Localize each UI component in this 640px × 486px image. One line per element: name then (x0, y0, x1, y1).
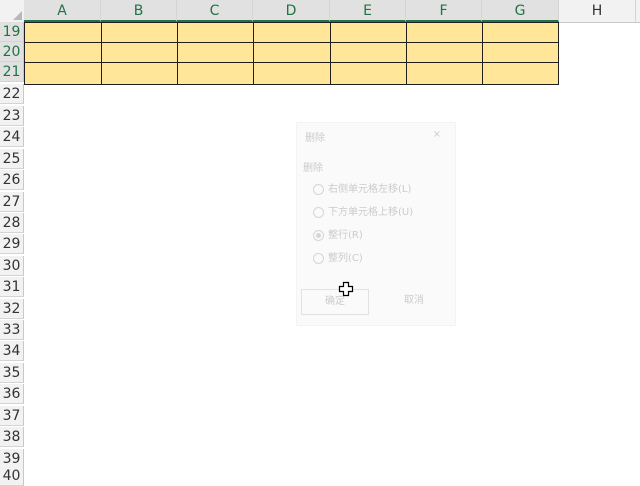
row-header-38[interactable]: 38 (0, 427, 24, 447)
option-label: 整行(R) (328, 230, 363, 241)
option-entire-row[interactable]: 整行(R) (313, 228, 363, 244)
cell-c21[interactable] (177, 62, 254, 85)
select-all-triangle-icon (13, 11, 22, 20)
option-entire-column[interactable]: 整列(C) (313, 251, 363, 267)
row-header-19[interactable]: 19 (0, 22, 24, 42)
radio-icon[interactable] (313, 206, 324, 218)
column-header-b[interactable]: B (101, 0, 177, 22)
cell-d21[interactable] (253, 62, 331, 85)
column-header-d[interactable]: D (253, 0, 330, 22)
select-all-button[interactable] (0, 0, 25, 22)
option-label: 整列(C) (328, 253, 363, 264)
cell-g20[interactable] (482, 42, 559, 63)
cell-b20[interactable] (101, 42, 178, 63)
cell-c19[interactable] (177, 22, 254, 43)
row-header-27[interactable]: 27 (0, 192, 24, 212)
column-header-h[interactable]: H (559, 0, 636, 22)
cell-f20[interactable] (406, 42, 483, 63)
cell-f19[interactable] (406, 22, 483, 43)
row-header-35[interactable]: 35 (0, 363, 24, 383)
column-header-g[interactable]: G (482, 0, 559, 22)
dialog-title: 删除 (305, 133, 325, 144)
column-header-c[interactable]: C (177, 0, 253, 22)
row-header-23[interactable]: 23 (0, 106, 24, 126)
row-header-24[interactable]: 24 (0, 127, 24, 147)
column-header-a[interactable]: A (24, 0, 101, 22)
row-header-31[interactable]: 31 (0, 277, 24, 297)
cell-e19[interactable] (330, 22, 407, 43)
cell-g19[interactable] (482, 22, 559, 43)
option-shift-left[interactable]: 右侧单元格左移(L) (313, 182, 411, 198)
row-header-37[interactable]: 37 (0, 406, 24, 426)
radio-icon[interactable] (313, 252, 324, 264)
cell-f21[interactable] (406, 62, 483, 85)
row-header-36[interactable]: 36 (0, 384, 24, 404)
cross-cursor-icon (338, 281, 354, 297)
cell-e20[interactable] (330, 42, 407, 63)
row-header-25[interactable]: 25 (0, 149, 24, 169)
row-header-26[interactable]: 26 (0, 170, 24, 190)
cell-e21[interactable] (330, 62, 407, 85)
option-shift-up[interactable]: 下方单元格上移(U) (313, 205, 413, 221)
column-header-f[interactable]: F (406, 0, 482, 22)
row-header-28[interactable]: 28 (0, 213, 24, 233)
column-header-bar: A B C D E F G H (0, 0, 640, 23)
row-header-29[interactable]: 29 (0, 234, 24, 254)
row-header-40[interactable]: 40 (0, 466, 24, 486)
cell-a19[interactable] (24, 22, 102, 43)
dialog-close-icon[interactable]: × (433, 129, 441, 140)
cell-a20[interactable] (24, 42, 102, 63)
row-header-32[interactable]: 32 (0, 299, 24, 319)
cancel-button[interactable]: 取消 (389, 289, 439, 313)
cell-a21[interactable] (24, 62, 102, 85)
option-label: 下方单元格上移(U) (328, 207, 414, 218)
column-header-e[interactable]: E (330, 0, 406, 22)
cell-b21[interactable] (101, 62, 178, 85)
cell-d20[interactable] (253, 42, 331, 63)
cell-b19[interactable] (101, 22, 178, 43)
row-header-20[interactable]: 20 (0, 42, 24, 62)
option-label: 右侧单元格左移(L) (328, 184, 412, 195)
row-header-30[interactable]: 30 (0, 256, 24, 276)
radio-icon[interactable] (313, 183, 324, 195)
cell-d19[interactable] (253, 22, 331, 43)
cell-g21[interactable] (482, 62, 559, 85)
row-header-33[interactable]: 33 (0, 320, 24, 340)
dialog-group-label: 删除 (303, 163, 323, 174)
row-header-34[interactable]: 34 (0, 341, 24, 361)
ok-button[interactable]: 确定 (301, 289, 369, 315)
row-header-21[interactable]: 21 (0, 62, 24, 82)
row-header-22[interactable]: 22 (0, 84, 24, 104)
radio-checked-icon[interactable] (313, 229, 324, 241)
delete-dialog: 删除 × 删除 右侧单元格左移(L) 下方单元格上移(U) 整行(R) 整列(C… (296, 122, 456, 326)
cell-c20[interactable] (177, 42, 254, 63)
